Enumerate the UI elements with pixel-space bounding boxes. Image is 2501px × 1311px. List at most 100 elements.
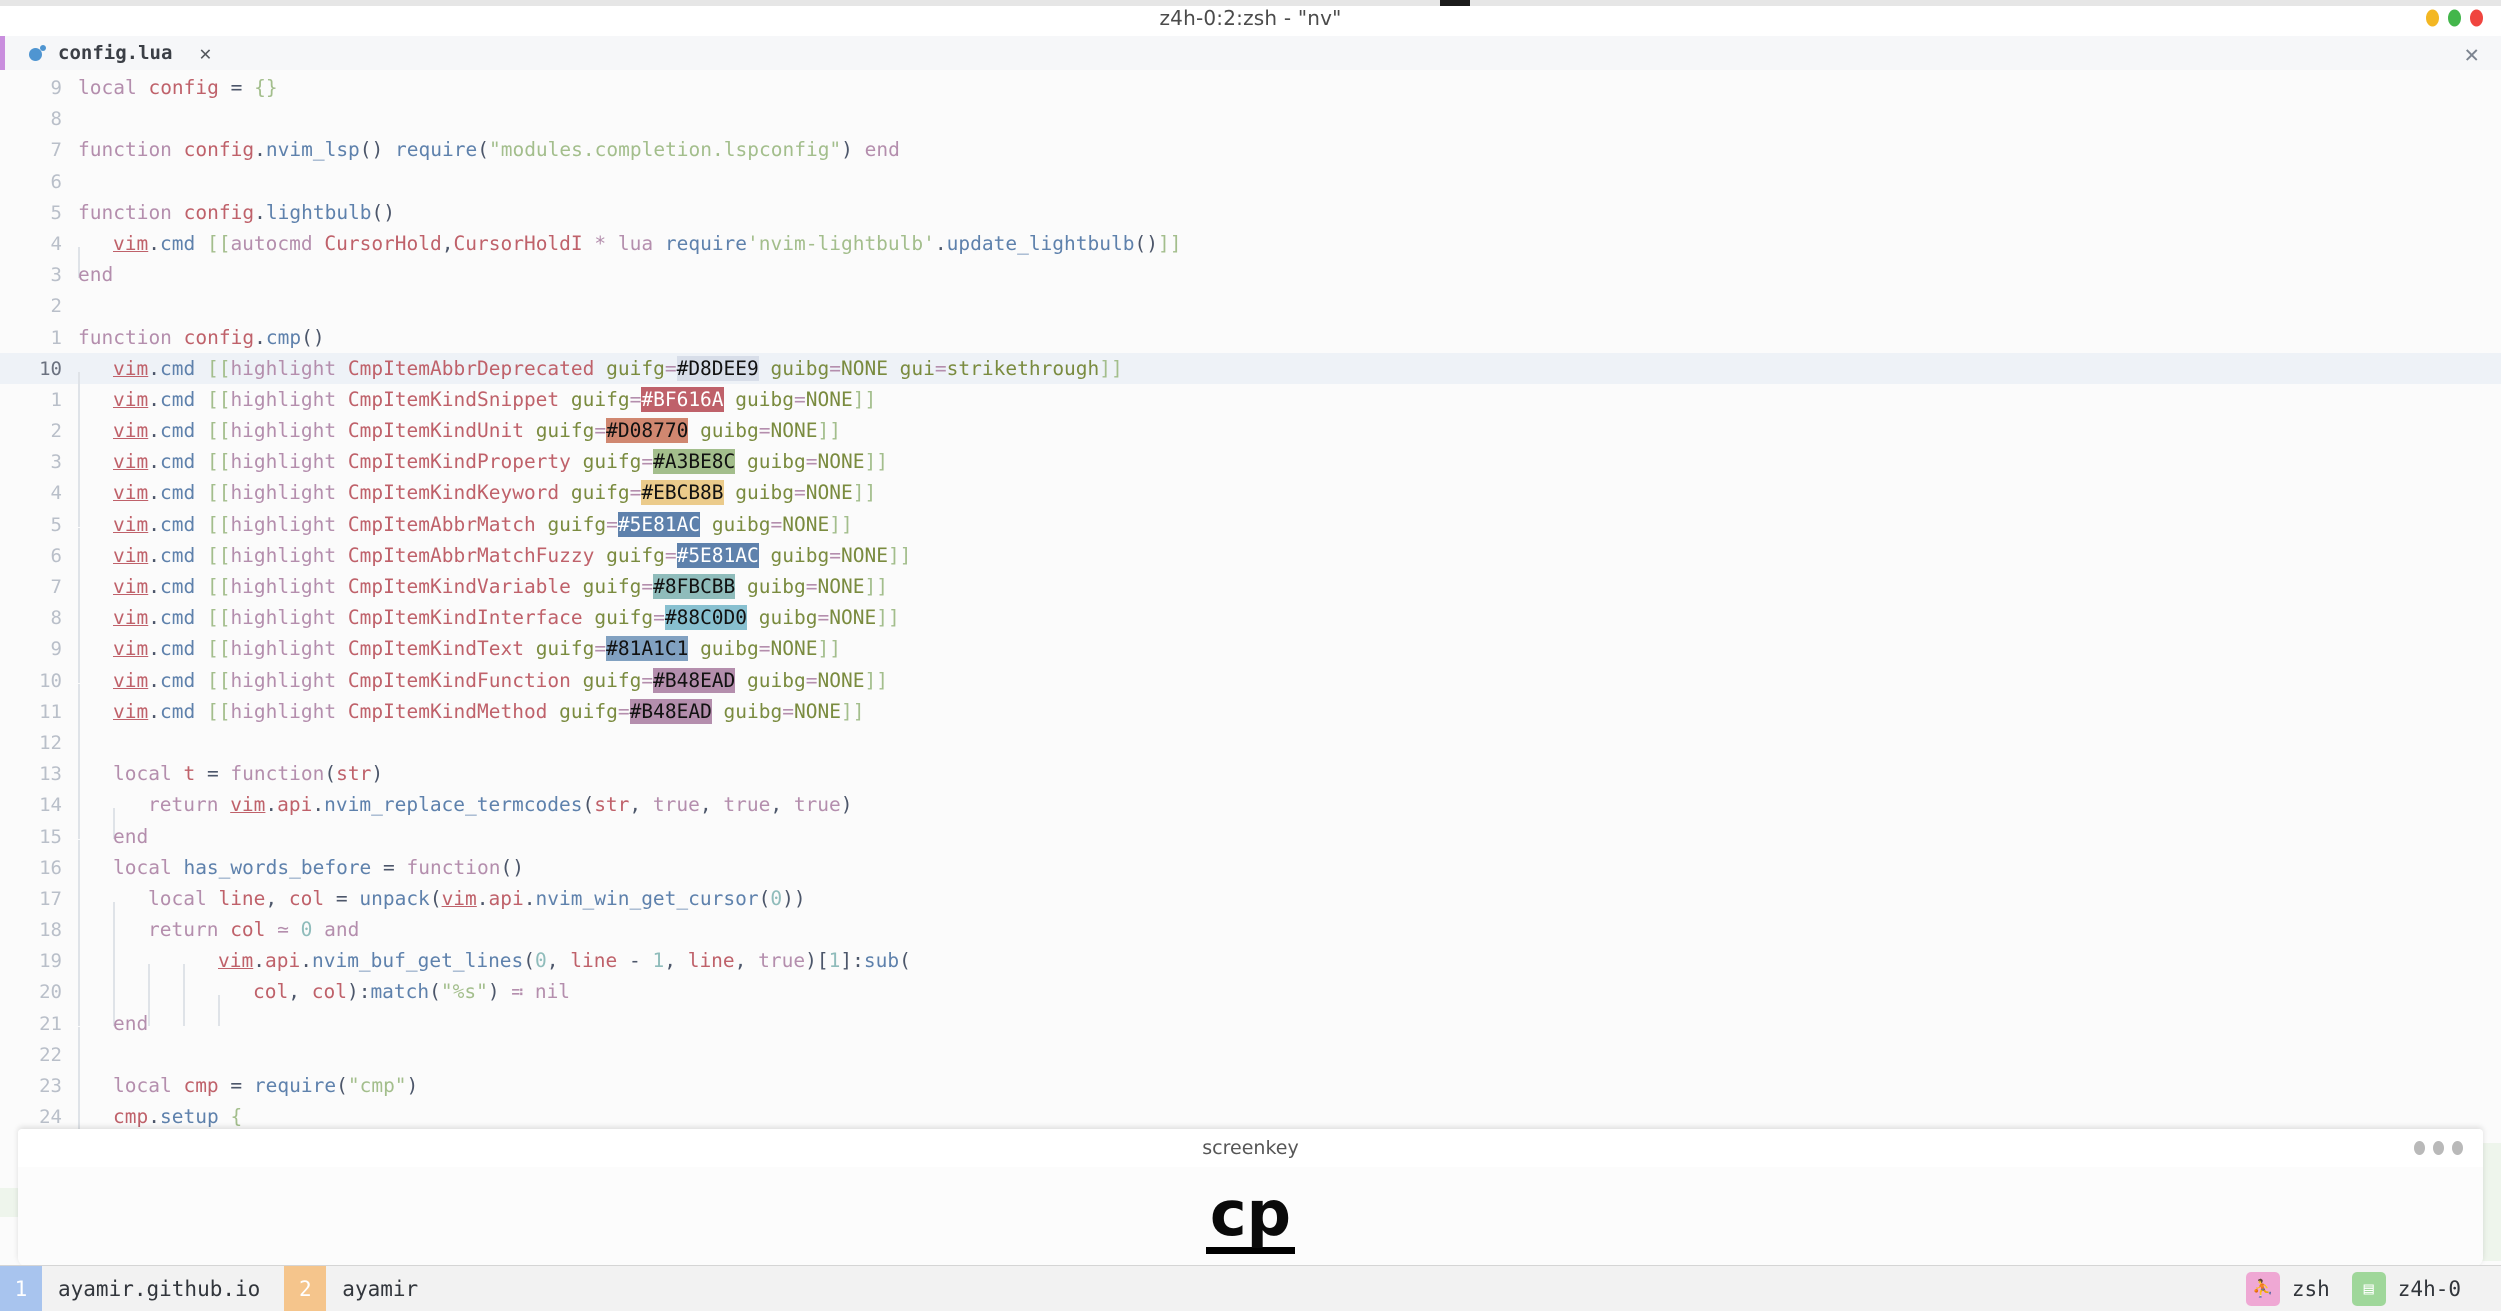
taskbar-app[interactable]: ▤z4h-0 bbox=[2352, 1266, 2483, 1311]
workspace-label[interactable]: ayamir bbox=[326, 1277, 442, 1301]
line-number: 10 bbox=[0, 354, 62, 385]
code-token: guifg bbox=[536, 637, 595, 660]
code-editor-area[interactable]: 9local config = {}87function config.nvim… bbox=[0, 70, 2501, 1164]
taskbar-workspaces: 1ayamir.github.io2ayamir bbox=[0, 1266, 442, 1311]
code-line[interactable]: 24cmp.setup { bbox=[0, 1101, 2501, 1132]
buffer-close-icon[interactable]: ✕ bbox=[199, 41, 211, 65]
code-token: guibg bbox=[759, 544, 829, 567]
code-token: [[ bbox=[207, 232, 230, 255]
code-line[interactable]: 1vim.cmd [[highlight CmpItemKindSnippet … bbox=[0, 384, 2501, 415]
code-token: = bbox=[594, 637, 606, 660]
code-token: highlight bbox=[230, 481, 347, 504]
close-button[interactable] bbox=[2470, 10, 2483, 27]
code-token: ) bbox=[488, 980, 511, 1003]
code-line[interactable]: 10vim.cmd [[highlight CmpItemAbbrDepreca… bbox=[0, 353, 2501, 384]
code-token: guibg bbox=[688, 637, 758, 660]
code-token: require bbox=[254, 1074, 336, 1097]
workspace-index-badge[interactable]: 2 bbox=[284, 1266, 326, 1311]
workspace-label[interactable]: ayamir.github.io bbox=[42, 1277, 284, 1301]
code-line[interactable]: 5function config.lightbulb() bbox=[0, 197, 2501, 228]
code-token: . bbox=[253, 949, 265, 972]
code-token: . bbox=[254, 326, 266, 349]
code-line[interactable]: 12 bbox=[0, 727, 2501, 758]
code-token: cmd bbox=[160, 575, 207, 598]
code-line[interactable]: 17local line, col = unpack(vim.api.nvim_… bbox=[0, 883, 2501, 914]
code-token: . bbox=[148, 1105, 160, 1128]
code-token: = bbox=[641, 575, 653, 598]
code-line[interactable]: 7function config.nvim_lsp() require("mod… bbox=[0, 134, 2501, 165]
code-line[interactable]: 18return col ≃ 0 and bbox=[0, 914, 2501, 945]
code-line[interactable]: 7vim.cmd [[highlight CmpItemKindVariable… bbox=[0, 571, 2501, 602]
code-line[interactable]: 6vim.cmd [[highlight CmpItemAbbrMatchFuz… bbox=[0, 540, 2501, 571]
code-line[interactable]: 9vim.cmd [[highlight CmpItemKindText gui… bbox=[0, 633, 2501, 664]
code-token: vim bbox=[113, 388, 148, 411]
screenkey-maximize-button[interactable] bbox=[2433, 1141, 2444, 1155]
code-token: , bbox=[265, 887, 288, 910]
code-line[interactable]: 15end bbox=[0, 821, 2501, 852]
taskbar-app[interactable]: ⛹zsh bbox=[2246, 1266, 2352, 1311]
code-line[interactable]: 4vim.cmd [[autocmd CursorHold,CursorHold… bbox=[0, 228, 2501, 259]
color-swatch-token: #A3BE8C bbox=[653, 449, 735, 474]
code-line[interactable]: 6 bbox=[0, 166, 2501, 197]
code-token: ( bbox=[523, 949, 535, 972]
code-line[interactable]: 8vim.cmd [[highlight CmpItemKindInterfac… bbox=[0, 602, 2501, 633]
code-token: = bbox=[336, 887, 359, 910]
code-token: highlight bbox=[230, 544, 347, 567]
line-number: 4 bbox=[0, 229, 62, 260]
code-token: . bbox=[254, 201, 266, 224]
code-line[interactable]: 22 bbox=[0, 1039, 2501, 1070]
window-close-icon[interactable]: ✕ bbox=[2465, 40, 2479, 68]
code-token: cmd bbox=[160, 606, 207, 629]
code-line[interactable]: 20col, col):match("%s") ≕ nil bbox=[0, 976, 2501, 1007]
code-line[interactable]: 21end bbox=[0, 1008, 2501, 1039]
code-token: vim bbox=[113, 544, 148, 567]
code-line[interactable]: 3vim.cmd [[highlight CmpItemKindProperty… bbox=[0, 446, 2501, 477]
code-token: ( bbox=[336, 1074, 348, 1097]
code-line[interactable]: 11vim.cmd [[highlight CmpItemKindMethod … bbox=[0, 696, 2501, 727]
desktop-top-strip bbox=[0, 0, 2501, 6]
code-line[interactable]: 3end bbox=[0, 259, 2501, 290]
code-token: cmp bbox=[113, 1105, 148, 1128]
minimize-button[interactable] bbox=[2426, 10, 2439, 27]
code-token: guibg bbox=[747, 606, 817, 629]
code-token: true bbox=[758, 949, 805, 972]
line-number: 9 bbox=[0, 634, 62, 665]
code-token: cmp bbox=[183, 1074, 230, 1097]
code-token: str bbox=[594, 793, 629, 816]
code-line[interactable]: 4vim.cmd [[highlight CmpItemKindKeyword … bbox=[0, 477, 2501, 508]
screenkey-close-button[interactable] bbox=[2452, 1141, 2463, 1155]
code-token: 1 bbox=[652, 949, 664, 972]
code-line[interactable]: 19vim.api.nvim_buf_get_lines(0, line - 1… bbox=[0, 945, 2501, 976]
color-swatch-token: #5E81AC bbox=[677, 543, 759, 568]
code-line[interactable]: 2vim.cmd [[highlight CmpItemKindUnit gui… bbox=[0, 415, 2501, 446]
code-line[interactable]: 16local has_words_before = function() bbox=[0, 852, 2501, 883]
code-token: guibg bbox=[735, 669, 805, 692]
maximize-button[interactable] bbox=[2448, 10, 2461, 27]
color-swatch-token: #BF616A bbox=[641, 387, 723, 412]
color-swatch-token: #EBCB8B bbox=[641, 480, 723, 505]
code-token: nvim_lsp bbox=[266, 138, 360, 161]
code-line[interactable]: 2 bbox=[0, 290, 2501, 321]
code-line[interactable]: 5vim.cmd [[highlight CmpItemAbbrMatch gu… bbox=[0, 509, 2501, 540]
code-token: guibg bbox=[712, 700, 782, 723]
code-token: nil bbox=[535, 980, 570, 1003]
code-line[interactable]: 1function config.cmp() bbox=[0, 322, 2501, 353]
code-token: function bbox=[78, 201, 184, 224]
code-token: ( bbox=[582, 793, 594, 816]
code-line[interactable]: 23local cmp = require("cmp") bbox=[0, 1070, 2501, 1101]
code-token: local bbox=[148, 887, 218, 910]
code-line[interactable]: 13local t = function(str) bbox=[0, 758, 2501, 789]
workspace-index-badge[interactable]: 1 bbox=[0, 1266, 42, 1311]
screenkey-minimize-button[interactable] bbox=[2414, 1141, 2425, 1155]
code-token: . bbox=[148, 419, 160, 442]
code-line[interactable]: 9local config = {} bbox=[0, 72, 2501, 103]
code-line[interactable]: 8 bbox=[0, 103, 2501, 134]
window-controls bbox=[2426, 10, 2483, 27]
code-token: ]] bbox=[864, 450, 887, 473]
buffer-tab-config-lua[interactable]: config.lua ✕ bbox=[5, 36, 229, 70]
code-token: highlight bbox=[230, 513, 347, 536]
code-line[interactable]: 10vim.cmd [[highlight CmpItemKindFunctio… bbox=[0, 665, 2501, 696]
code-token: highlight bbox=[230, 700, 347, 723]
code-line[interactable]: 14return vim.api.nvim_replace_termcodes(… bbox=[0, 789, 2501, 820]
code-token: vim bbox=[113, 575, 148, 598]
